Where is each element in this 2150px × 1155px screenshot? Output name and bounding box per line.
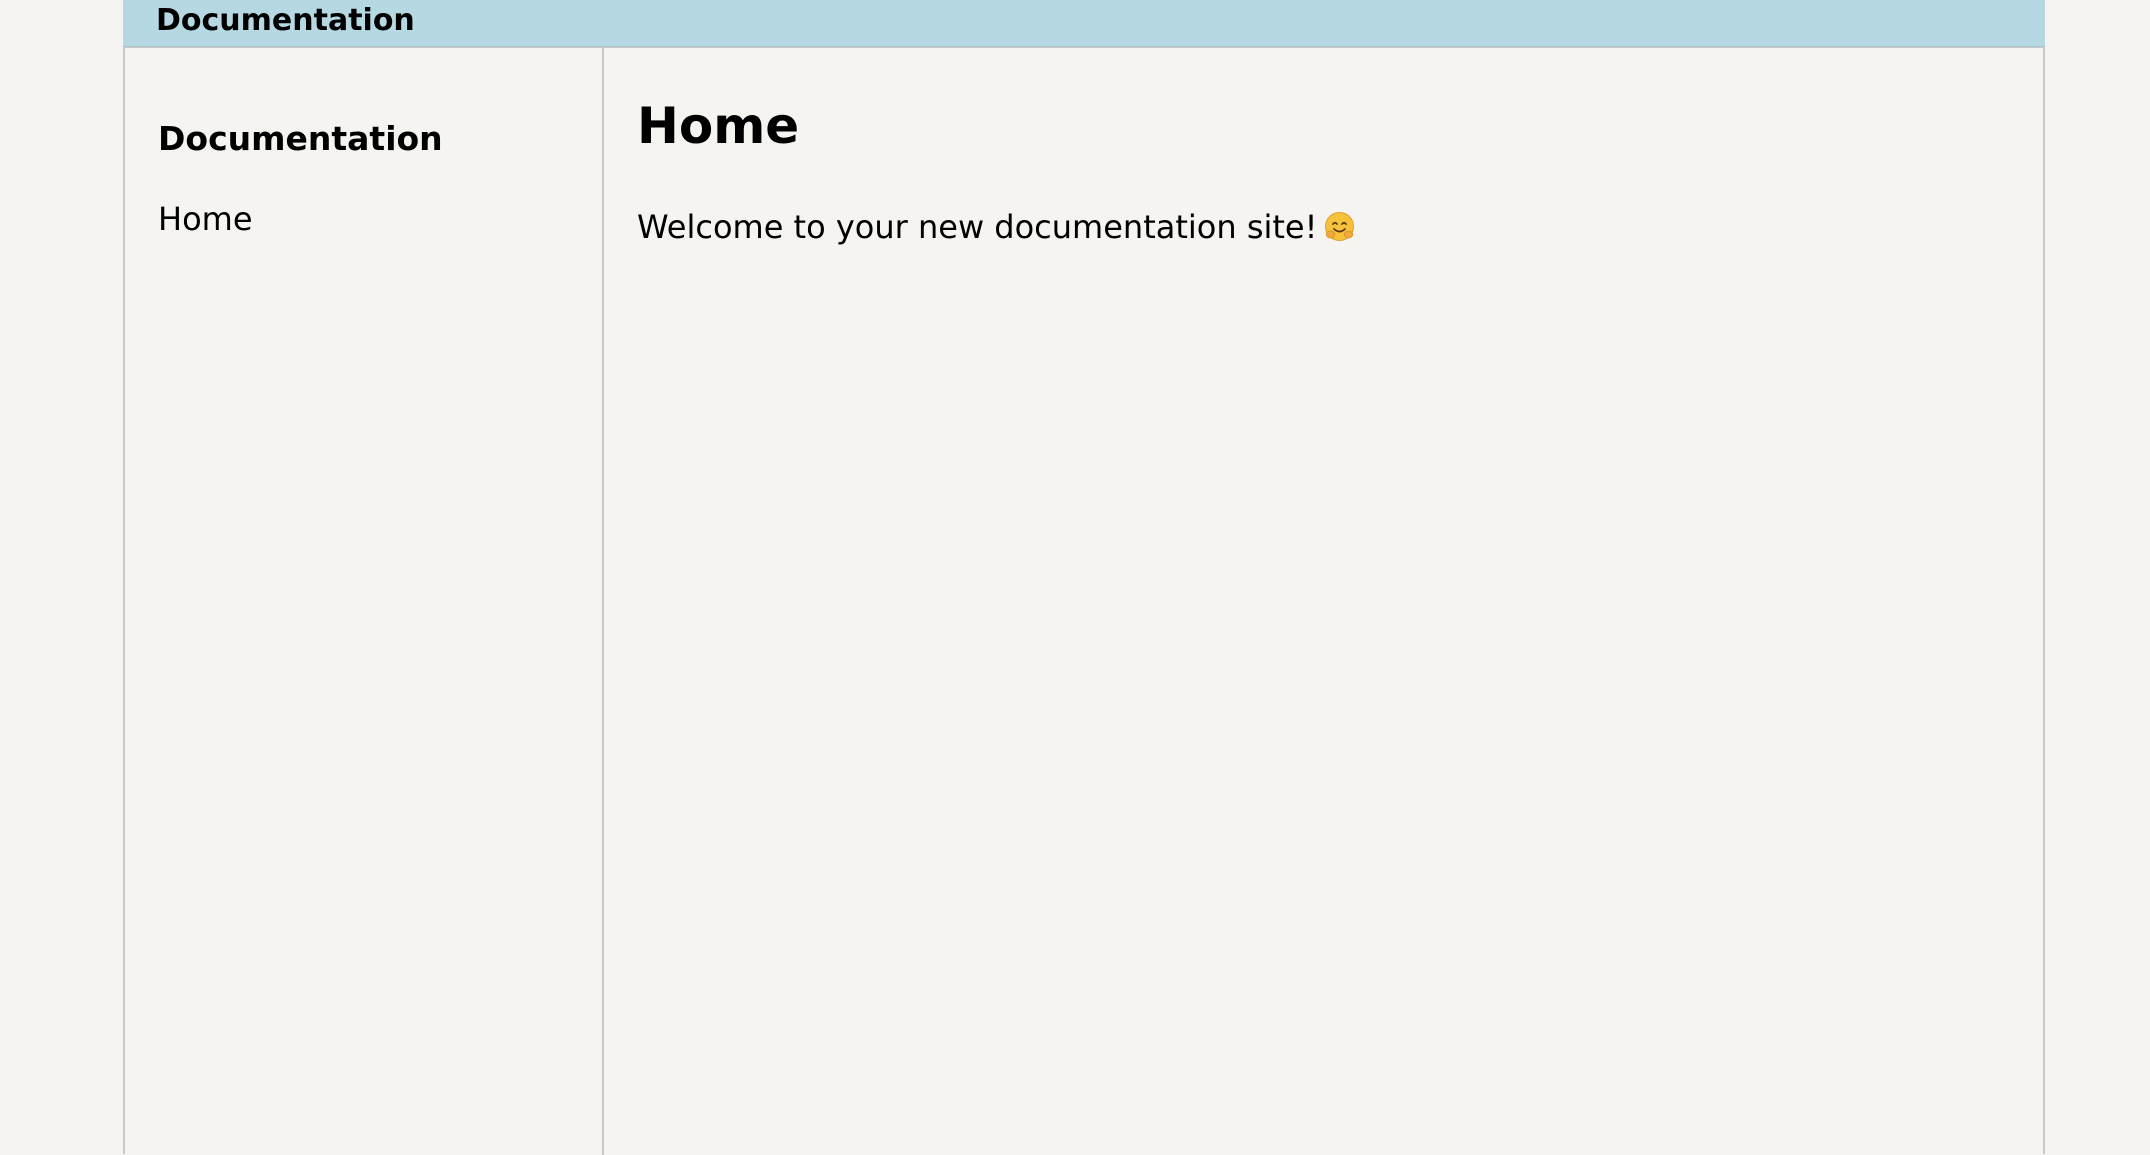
welcome-text: Welcome to your new documentation site! <box>637 208 1318 246</box>
page-title: Home <box>637 97 800 155</box>
hugging-face-emoji-icon <box>1323 210 1356 243</box>
sidebar-item-home[interactable]: Home <box>158 200 253 238</box>
content-frame: Documentation Home Home Welcome to your … <box>123 47 2045 1155</box>
sidebar-title: Documentation <box>158 119 443 158</box>
page: Documentation Documentation Home Home We… <box>123 0 2045 1155</box>
sidebar: Documentation Home <box>125 48 604 1155</box>
header-title[interactable]: Documentation <box>156 0 415 41</box>
welcome-paragraph: Welcome to your new documentation site! <box>637 208 1356 246</box>
top-header: Documentation <box>123 0 2045 47</box>
main-content: Home Welcome to your new documentation s… <box>604 48 2043 1155</box>
